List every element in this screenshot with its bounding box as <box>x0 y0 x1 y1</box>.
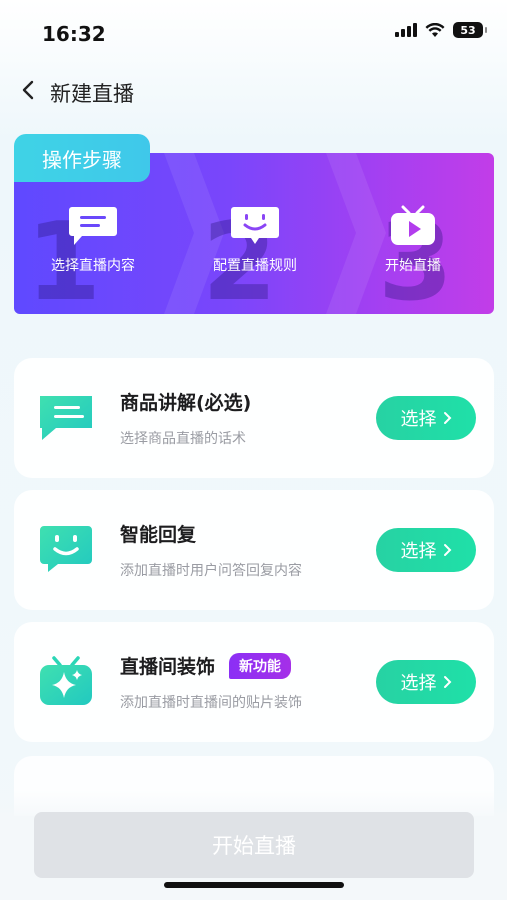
card-desc: 选择商品直播的话术 <box>120 431 246 447</box>
wifi-icon <box>425 22 445 37</box>
cellular-signal-icon <box>395 23 417 37</box>
chat-lines-icon <box>40 396 92 440</box>
step-label-2: 配置直播规则 <box>213 258 297 274</box>
tv-play-icon <box>391 205 435 245</box>
select-button-label: 选择 <box>400 673 437 694</box>
sparkle-tv-icon <box>40 656 92 705</box>
card-smart-reply: 智能回复 添加直播时用户问答回复内容 选择 <box>14 490 494 610</box>
status-bar: 16:32 53 <box>0 0 507 60</box>
chevron-left-icon <box>22 80 34 100</box>
step-item-1: 选择直播内容 <box>46 205 140 275</box>
card-title-text: 商品讲解(必选) <box>120 392 252 414</box>
status-icons: 53 <box>395 22 487 38</box>
select-button-room-decoration[interactable]: 选择 <box>376 660 476 704</box>
select-button-label: 选择 <box>400 409 437 430</box>
page-title: 新建直播 <box>50 82 134 106</box>
card-title: 直播间装饰 新功能 <box>120 652 292 679</box>
step-item-3: 开始直播 <box>370 205 456 275</box>
card-title: 商品讲解(必选) <box>120 388 251 415</box>
step-item-2: 配置直播规则 <box>208 205 302 275</box>
chevron-right-icon <box>443 544 451 556</box>
card-title-text: 直播间装饰 <box>120 656 216 678</box>
select-button-smart-reply[interactable]: 选择 <box>376 528 476 572</box>
card-title-text: 智能回复 <box>120 524 197 546</box>
back-button[interactable] <box>14 76 42 104</box>
nav-bar: 新建直播 <box>0 66 507 116</box>
chat-bubble-icon <box>69 207 117 245</box>
smile-bubble-icon <box>231 207 279 244</box>
step-label-1: 选择直播内容 <box>51 258 135 274</box>
home-indicator <box>164 882 344 888</box>
card-product-explain: 商品讲解(必选) 选择商品直播的话术 选择 <box>14 358 494 478</box>
chevron-right-icon <box>443 676 451 688</box>
card-room-decoration: 直播间装饰 新功能 添加直播时直播间的贴片装饰 选择 <box>14 622 494 742</box>
card-title: 智能回复 <box>120 520 196 547</box>
chevron-right-icon <box>443 412 451 424</box>
status-time: 16:32 <box>42 22 106 46</box>
select-button-label: 选择 <box>400 541 437 562</box>
start-live-button[interactable]: 开始直播 <box>34 812 474 878</box>
card-desc: 添加直播时直播间的贴片装饰 <box>120 695 302 711</box>
card-desc: 添加直播时用户问答回复内容 <box>120 563 302 579</box>
steps-tag: 操作步骤 <box>14 134 150 182</box>
battery-icon: 53 <box>453 22 487 38</box>
smile-chat-icon <box>40 526 92 572</box>
select-button-product-explain[interactable]: 选择 <box>376 396 476 440</box>
new-feature-badge: 新功能 <box>229 652 292 679</box>
step-label-3: 开始直播 <box>385 258 441 274</box>
